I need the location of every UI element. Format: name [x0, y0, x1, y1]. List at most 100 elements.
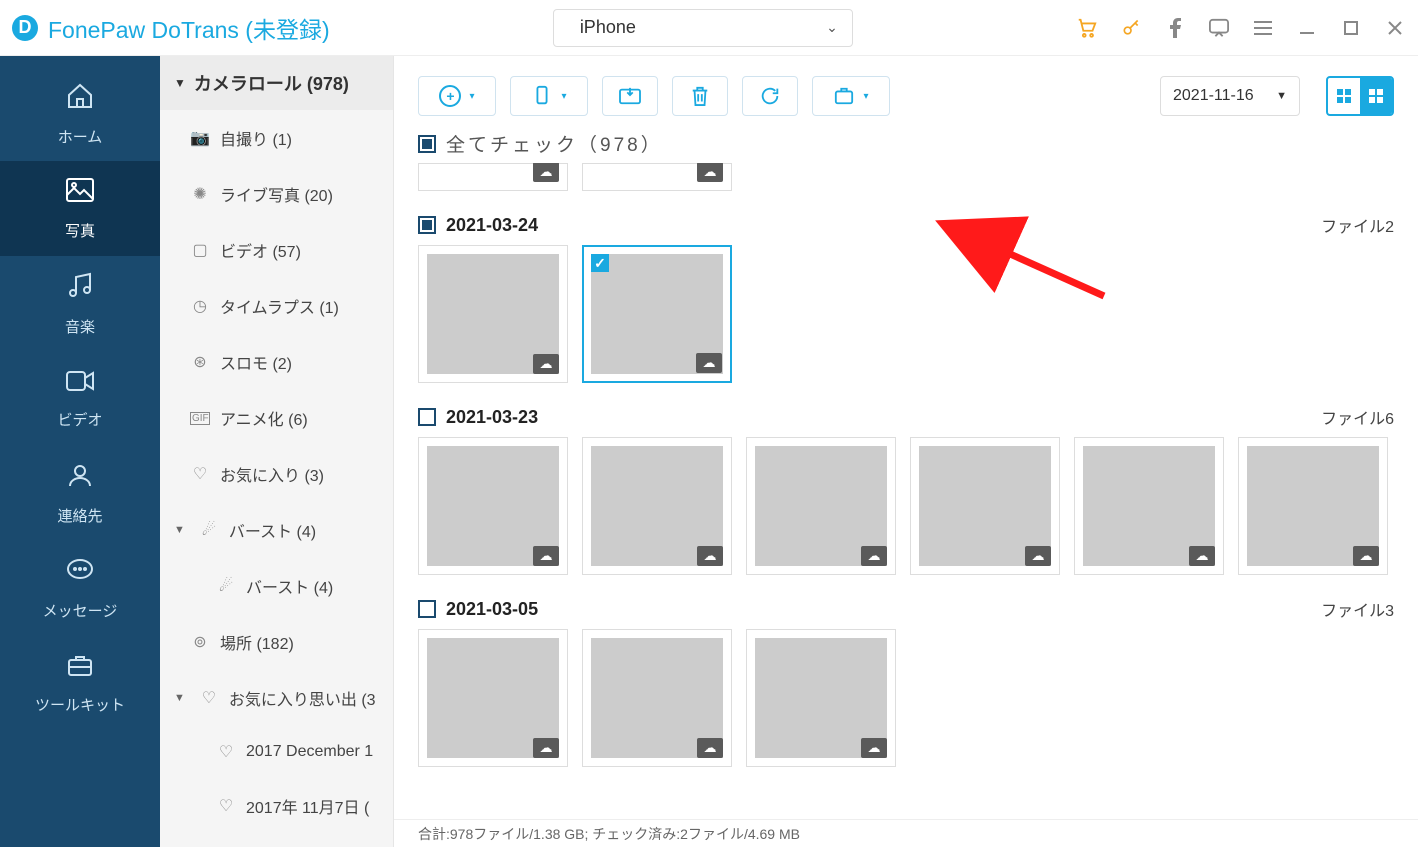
photo-thumbnail[interactable]: ☁ — [910, 437, 1060, 575]
nav-messages[interactable]: メッセージ — [0, 541, 160, 636]
group-count: ファイル6 — [1321, 405, 1394, 429]
photo-thumbnail[interactable]: ☁ — [746, 629, 896, 767]
cloud-icon: ☁ — [533, 163, 559, 182]
menu-icon[interactable] — [1252, 17, 1274, 39]
photo-thumbnail[interactable]: ☁ — [746, 437, 896, 575]
chevron-down-icon: ▾ — [863, 91, 868, 102]
group-checkbox[interactable] — [418, 216, 436, 234]
tree-item-label: バースト (4) — [229, 518, 316, 542]
add-button[interactable]: +▾ — [418, 76, 496, 116]
check-all-label: 全てチェック（978） — [446, 130, 663, 157]
cart-icon[interactable] — [1076, 17, 1098, 39]
nav-photos[interactable]: 写真 — [0, 161, 160, 256]
photo-thumbnail[interactable]: ☁ — [582, 163, 732, 191]
app-logo-icon: D — [12, 15, 38, 41]
view-grid-large[interactable] — [1360, 78, 1392, 114]
photo-thumbnail[interactable]: ☁ — [582, 437, 732, 575]
nav-contacts[interactable]: 連絡先 — [0, 446, 160, 541]
app-title: FonePaw DoTrans (未登録) — [48, 11, 330, 45]
logo-area: D FonePaw DoTrans (未登録) — [12, 11, 330, 45]
nav-home-label: ホーム — [58, 126, 103, 147]
cloud-icon: ☁ — [697, 738, 723, 758]
group-checkbox[interactable] — [418, 600, 436, 618]
cloud-icon: ☁ — [533, 546, 559, 566]
export-pc-button[interactable] — [602, 76, 658, 116]
group-date: 2021-03-23 — [446, 407, 538, 428]
chevron-down-icon: ▾ — [469, 91, 474, 102]
photo-thumbnail[interactable]: ☁ — [1074, 437, 1224, 575]
tree-item-memory-2[interactable]: ♡2017年 11月7日 ( — [160, 778, 393, 834]
photo-thumbnail[interactable]: ☁ — [582, 629, 732, 767]
photo-thumbnail[interactable]: ☁ — [1238, 437, 1388, 575]
tree-item-gif[interactable]: GIFアニメ化 (6) — [160, 390, 393, 446]
device-name: iPhone — [580, 17, 814, 38]
maximize-icon[interactable] — [1340, 17, 1362, 39]
tree-item-live[interactable]: ✺ライブ写真 (20) — [160, 166, 393, 222]
thumbnail-row: ☁ ☁ ☁ — [418, 629, 1394, 767]
photo-thumbnail[interactable]: ☁ — [418, 163, 568, 191]
contacts-icon — [66, 462, 94, 495]
tree-item-selfies[interactable]: 📷 自撮り (1) — [160, 110, 393, 166]
tree-item-label: 自撮り (1) — [220, 126, 292, 150]
tree-header[interactable]: ▼ カメラロール (978) — [160, 56, 393, 110]
photo-thumbnail[interactable]: ☁ — [418, 629, 568, 767]
album-tree: ▼ カメラロール (978) 📷 自撮り (1) ✺ライブ写真 (20) ▢ビデオ… — [160, 56, 394, 847]
tree-item-timelapse[interactable]: ◷タイムラプス (1) — [160, 278, 393, 334]
camera-icon: 📷 — [190, 128, 210, 148]
thumb-checkbox[interactable] — [591, 254, 609, 272]
toolbox-button[interactable]: ▾ — [812, 76, 890, 116]
nav-messages-label: メッセージ — [43, 600, 118, 621]
group-count: ファイル2 — [1321, 213, 1394, 237]
tree-item-fav-memories[interactable]: ▼♡お気に入り思い出 (3 — [160, 670, 393, 726]
group-header: 2021-03-23 ファイル6 — [418, 393, 1394, 437]
minimize-icon[interactable] — [1296, 17, 1318, 39]
tree-item-label: バースト (4) — [246, 574, 333, 598]
tree-item-label: 場所 (182) — [220, 630, 294, 654]
tree-item-label: タイムラプス (1) — [220, 294, 339, 318]
thumbnail-row: ☁ ☁ ☁ ☁ ☁ ☁ — [418, 437, 1394, 575]
check-all-row: 全てチェック（978） — [394, 124, 1418, 163]
group-count: ファイル3 — [1321, 597, 1394, 621]
messages-icon — [66, 557, 94, 590]
tree-item-video[interactable]: ▢ビデオ (57) — [160, 222, 393, 278]
nav-home[interactable]: ホーム — [0, 66, 160, 161]
device-selector[interactable]: iPhone ⌄ — [553, 9, 853, 47]
group-checkbox[interactable] — [418, 408, 436, 426]
feedback-icon[interactable] — [1208, 17, 1230, 39]
thumbnail-row: ☁ ☁ — [418, 245, 1394, 383]
view-toggle — [1326, 76, 1394, 116]
tree-item-label: ライブ写真 (20) — [220, 182, 333, 206]
cloud-icon: ☁ — [1353, 546, 1379, 566]
facebook-icon[interactable] — [1164, 17, 1186, 39]
check-all-checkbox[interactable] — [418, 135, 436, 153]
thumbnail-scroll[interactable]: ☁ ☁ 2021-03-24 ファイル2 ☁ ☁ 2021-03-23 ファイル… — [394, 163, 1418, 819]
export-device-button[interactable]: ▾ — [510, 76, 588, 116]
location-icon: ⊚ — [190, 632, 210, 652]
view-grid-small[interactable] — [1328, 78, 1360, 114]
photo-thumbnail[interactable]: ☁ — [418, 437, 568, 575]
close-icon[interactable] — [1384, 17, 1406, 39]
tree-item-places[interactable]: ⊚ 場所 (182) — [160, 614, 393, 670]
nav-music[interactable]: 音楽 — [0, 256, 160, 351]
cloud-icon: ☁ — [1189, 546, 1215, 566]
caret-down-icon: ▼ — [174, 524, 185, 536]
heart-icon: ♡ — [199, 688, 219, 708]
app-unregistered-label: (未登録) — [245, 17, 329, 43]
video-icon — [65, 367, 95, 399]
photo-thumbnail[interactable]: ☁ — [582, 245, 732, 383]
refresh-button[interactable] — [742, 76, 798, 116]
nav-contacts-label: 連絡先 — [57, 505, 102, 526]
delete-button[interactable] — [672, 76, 728, 116]
photo-thumbnail[interactable]: ☁ — [418, 245, 568, 383]
tree-item-burst[interactable]: ▼☄バースト (4) — [160, 502, 393, 558]
tree-item-slomo[interactable]: ⊛スロモ (2) — [160, 334, 393, 390]
nav-videos[interactable]: ビデオ — [0, 351, 160, 446]
plus-icon: + — [439, 85, 461, 107]
tree-item-favorites[interactable]: ♡お気に入り (3) — [160, 446, 393, 502]
group-date: 2021-03-24 — [446, 215, 538, 236]
tree-item-burst-child[interactable]: ☄バースト (4) — [160, 558, 393, 614]
nav-toolkit[interactable]: ツールキット — [0, 636, 160, 731]
date-filter[interactable]: 2021-11-16▼ — [1160, 76, 1300, 116]
key-icon[interactable] — [1120, 17, 1142, 39]
tree-item-memory-1[interactable]: ♡2017 December 1 — [160, 726, 393, 778]
